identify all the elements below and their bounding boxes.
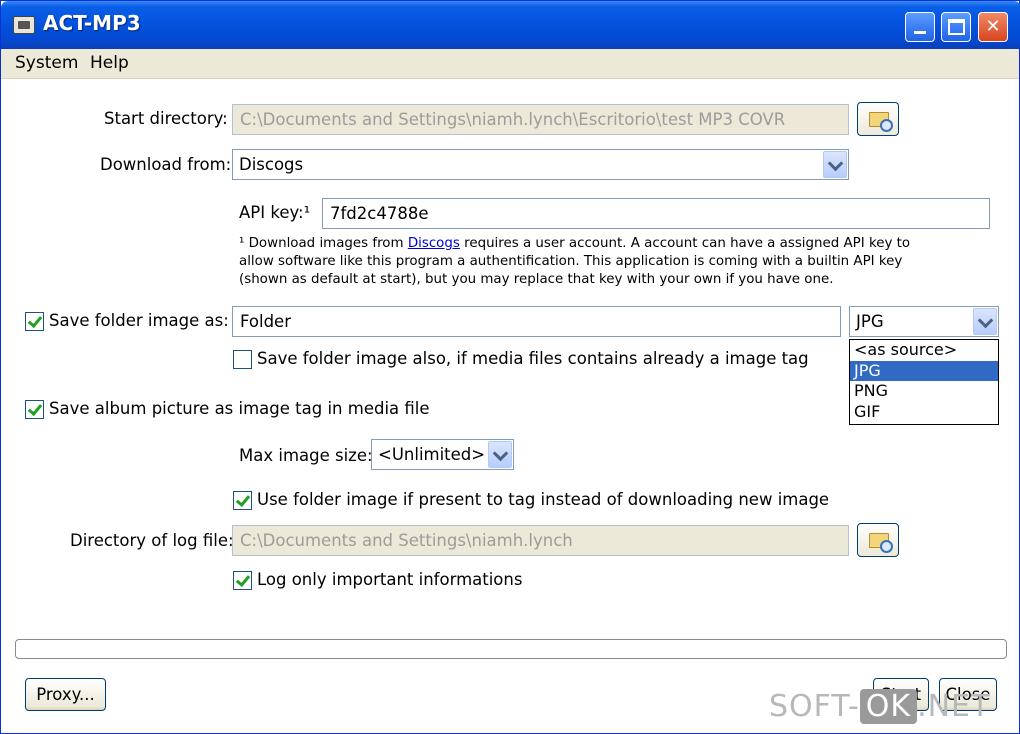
image-format-dropdown: <as source> JPG PNG GIF	[849, 339, 999, 425]
save-folder-image-checkbox[interactable]	[25, 312, 44, 331]
format-option[interactable]: <as source>	[850, 340, 998, 361]
close-icon: ✕	[985, 16, 1001, 37]
chevron-down-icon[interactable]	[823, 151, 847, 178]
title-bar[interactable]: ACT-MP3 ✕	[1, 1, 1020, 49]
image-format-value: JPG	[856, 312, 884, 331]
download-from-label: Download from:	[100, 155, 232, 174]
window-title: ACT-MP3	[43, 11, 141, 35]
main-window: ACT-MP3 ✕ System Help Start directory: C…	[0, 0, 1020, 734]
menu-help[interactable]: Help	[90, 53, 129, 73]
menu-system[interactable]: System	[15, 53, 78, 73]
save-folder-image-label: Save folder image as:	[49, 311, 229, 330]
use-folder-image-checkbox[interactable]	[233, 491, 252, 510]
image-format-select[interactable]: JPG	[849, 306, 999, 337]
minimize-icon	[914, 31, 926, 34]
app-icon	[13, 16, 35, 34]
watermark-right: .NET	[917, 689, 991, 724]
progress-bar	[15, 639, 1007, 659]
chevron-down-icon[interactable]	[973, 308, 997, 335]
folder-search-icon	[869, 112, 893, 132]
maximize-button[interactable]	[941, 12, 971, 42]
save-also-checkbox[interactable]	[233, 350, 252, 369]
menu-bar: System Help	[1, 49, 1019, 79]
maximize-icon	[948, 19, 965, 35]
max-image-size-label: Max image size:	[239, 446, 373, 465]
log-only-important-checkbox[interactable]	[233, 571, 252, 590]
download-from-value: Discogs	[239, 155, 304, 174]
chevron-down-icon[interactable]	[488, 441, 512, 468]
save-album-picture-label: Save album picture as image tag in media…	[49, 399, 430, 418]
browse-start-directory-button[interactable]	[857, 102, 899, 136]
watermark-mid: OK	[859, 689, 918, 724]
use-folder-image-label: Use folder image if present to tag inste…	[257, 490, 830, 509]
save-album-picture-checkbox[interactable]	[25, 400, 44, 419]
download-from-select[interactable]: Discogs	[232, 149, 849, 180]
max-image-size-value: <Unlimited>	[378, 445, 486, 464]
watermark-left: SOFT-	[769, 689, 860, 724]
save-also-label: Save folder image also, if media files c…	[257, 349, 809, 368]
discogs-link[interactable]: Discogs	[408, 236, 460, 251]
api-key-label: API key:¹	[239, 203, 311, 222]
log-directory-field[interactable]: C:\Documents and Settings\niamh.lynch	[232, 525, 849, 556]
format-option-selected[interactable]: JPG	[850, 360, 998, 381]
browse-log-directory-button[interactable]	[857, 523, 899, 557]
folder-image-name-field[interactable]: Folder	[232, 306, 841, 337]
folder-search-icon	[869, 533, 893, 553]
api-key-field[interactable]: 7fd2c4788e	[322, 198, 990, 229]
minimize-button[interactable]	[905, 12, 935, 42]
format-option[interactable]: GIF	[850, 402, 998, 423]
format-option[interactable]: PNG	[850, 381, 998, 402]
api-note: ¹ Download images from Discogs requires …	[239, 235, 919, 289]
start-directory-field[interactable]: C:\Documents and Settings\niamh.lynch\Es…	[232, 104, 849, 135]
log-only-important-label: Log only important informations	[257, 570, 523, 589]
close-window-button[interactable]: ✕	[978, 12, 1008, 42]
proxy-button[interactable]: Proxy...	[25, 678, 106, 711]
log-directory-label: Directory of log file:	[70, 531, 234, 550]
max-image-size-select[interactable]: <Unlimited>	[371, 439, 514, 470]
watermark: SOFT- OK .NET	[769, 689, 990, 724]
api-note-prefix: ¹ Download images from	[239, 236, 408, 251]
start-directory-label: Start directory:	[104, 109, 228, 128]
